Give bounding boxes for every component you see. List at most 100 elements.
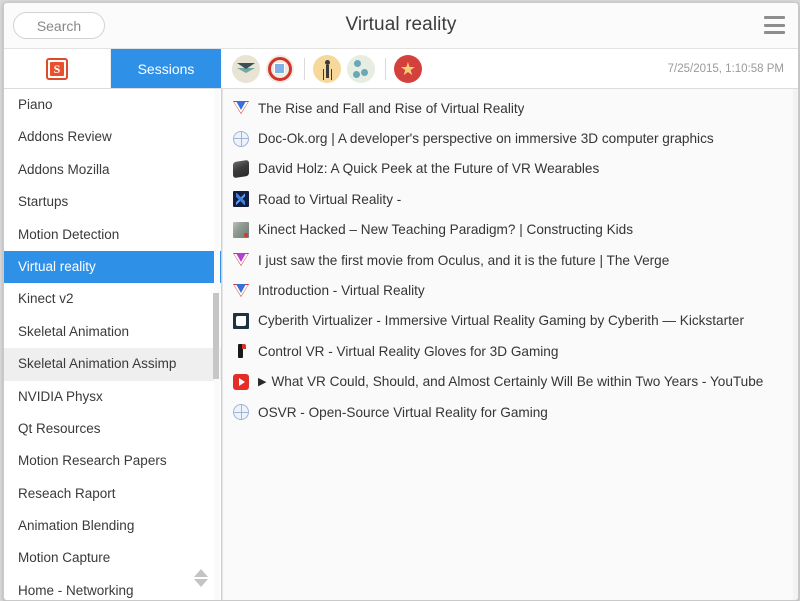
sidebar-item-label: Motion Capture	[18, 550, 110, 565]
sidebar-item-qt-resources[interactable]: Qt Resources	[4, 413, 221, 445]
sidebar-item-animation-blending[interactable]: Animation Blending	[4, 510, 221, 542]
link-row[interactable]: OSVR - Open-Source Virtual Reality for G…	[223, 397, 798, 427]
road-to-vr-icon	[233, 191, 249, 207]
content-split: Piano Addons Review Addons Mozilla Startups…	[4, 89, 798, 600]
link-row[interactable]: Doc-Ok.org | A developer's perspective o…	[223, 123, 798, 153]
link-title[interactable]: Control VR - Virtual Reality Gloves for …	[258, 344, 558, 359]
sidebar-list: Piano Addons Review Addons Mozilla Startups…	[4, 89, 221, 600]
sidebar-item-motion-detection[interactable]: Motion Detection	[4, 219, 221, 251]
link-title[interactable]: Kinect Hacked – New Teaching Paradigm? |…	[258, 222, 633, 237]
sidebar-item-label: Startups	[18, 194, 68, 209]
hamburger-bar-2	[764, 24, 785, 27]
hamburger-bar-3	[764, 31, 785, 34]
tab-sessions[interactable]: Sessions	[111, 49, 221, 88]
triangle-inner	[236, 284, 246, 293]
no-duplicate-icon[interactable]	[266, 55, 294, 83]
sidebar-item-nvidia-physx[interactable]: NVIDIA Physx	[4, 381, 221, 413]
link-title[interactable]: OSVR - Open-Source Virtual Reality for G…	[258, 405, 548, 420]
globe-icon	[233, 131, 249, 147]
sidebar-item-label: Virtual reality	[18, 259, 96, 274]
play-triangle-icon: ▶	[258, 375, 266, 388]
sidebar-item-kinect-v2[interactable]: Kinect v2	[4, 283, 221, 315]
sidebar-item-skeletal-animation[interactable]: Skeletal Animation	[4, 316, 221, 348]
sidebar-item-reseach-raport[interactable]: Reseach Raport	[4, 478, 221, 510]
hamburger-bar-1	[764, 16, 785, 19]
sidebar-item-label: Qt Resources	[18, 421, 101, 436]
control-vr-icon	[233, 343, 249, 359]
sidebar-scrollbar-track[interactable]	[214, 89, 220, 600]
triangle-inner	[236, 253, 246, 262]
title-bar: Search Virtual reality	[4, 3, 798, 49]
sidebar: Piano Addons Review Addons Mozilla Startups…	[4, 89, 222, 600]
sidebar-item-label: Piano	[18, 97, 53, 112]
recycle-icon[interactable]	[347, 55, 375, 83]
sidebar-item-label: Animation Blending	[18, 518, 134, 533]
link-title[interactable]: Doc-Ok.org | A developer's perspective o…	[258, 131, 714, 146]
link-title[interactable]: The Rise and Fall and Rise of Virtual Re…	[258, 101, 524, 116]
link-row[interactable]: I just saw the first movie from Oculus, …	[223, 245, 798, 275]
link-row[interactable]: The Rise and Fall and Rise of Virtual Re…	[223, 93, 798, 123]
sidebar-stepper[interactable]	[193, 569, 209, 595]
application-window: Search Virtual reality Sessions 7/25/201…	[3, 2, 799, 601]
link-row[interactable]: Cyberith Virtualizer - Immersive Virtual…	[223, 306, 798, 336]
link-list: The Rise and Fall and Rise of Virtual Re…	[223, 89, 798, 427]
toolbar-divider-1	[304, 58, 305, 80]
main-scrollbar-track[interactable]	[793, 89, 798, 600]
youtube-icon	[233, 374, 249, 390]
verge-icon	[233, 252, 249, 268]
toolbar: Sessions 7/25/2015, 1:10:58 PM	[4, 49, 798, 89]
sidebar-item-label: Reseach Raport	[18, 486, 116, 501]
cyberith-icon	[233, 313, 249, 329]
sidebar-item-motion-research-papers[interactable]: Motion Research Papers	[4, 445, 221, 477]
sidebar-scrollbar-thumb[interactable]	[213, 293, 219, 379]
tab-sessions-label: Sessions	[138, 61, 195, 77]
toolbar-divider-2	[385, 58, 386, 80]
globe-icon	[233, 404, 249, 420]
sidebar-item-startups[interactable]: Startups	[4, 186, 221, 218]
chevron-up-icon[interactable]	[194, 569, 208, 577]
sidebar-item-addons-mozilla[interactable]: Addons Mozilla	[4, 154, 221, 186]
link-title[interactable]: I just saw the first movie from Oculus, …	[258, 253, 669, 268]
vimeo-icon	[233, 283, 249, 299]
sidebar-item-label: Addons Mozilla	[18, 162, 110, 177]
sidebar-item-label: Skeletal Animation Assimp	[18, 356, 176, 371]
link-title[interactable]: What VR Could, Should, and Almost Certai…	[271, 374, 763, 389]
link-title[interactable]: Cyberith Virtualizer - Immersive Virtual…	[258, 313, 744, 328]
chevron-down-icon[interactable]	[194, 579, 208, 587]
link-title[interactable]: Road to Virtual Reality -	[258, 192, 401, 207]
layers-icon[interactable]	[232, 55, 260, 83]
link-row[interactable]: Road to Virtual Reality -	[223, 184, 798, 214]
triangle-inner	[236, 101, 246, 110]
sidebar-item-home-networking[interactable]: Home - Networking	[4, 575, 221, 600]
kinect-icon	[233, 222, 249, 238]
toolbar-icon-group	[221, 49, 668, 88]
link-row[interactable]: Introduction - Virtual Reality	[223, 275, 798, 305]
link-list-pane: The Rise and Fall and Rise of Virtual Re…	[222, 89, 798, 600]
sidebar-item-motion-capture[interactable]: Motion Capture	[4, 542, 221, 574]
sidebar-item-label: Addons Review	[18, 129, 112, 144]
sidebar-item-virtual-reality[interactable]: Virtual reality	[4, 251, 221, 283]
sidebar-item-skeletal-animation-assimp[interactable]: Skeletal Animation Assimp	[4, 348, 221, 380]
sidebar-item-label: NVIDIA Physx	[18, 389, 103, 404]
sidebar-item-label: Motion Research Papers	[18, 453, 167, 468]
link-row[interactable]: Kinect Hacked – New Teaching Paradigm? |…	[223, 215, 798, 245]
link-row[interactable]: ▶ What VR Could, Should, and Almost Certa…	[223, 367, 798, 397]
sidebar-item-piano[interactable]: Piano	[4, 89, 221, 121]
app-icon-cell[interactable]	[4, 49, 111, 88]
sidebar-item-label: Motion Detection	[18, 227, 119, 242]
leap-motion-icon	[233, 160, 249, 178]
person-walking-icon[interactable]	[313, 55, 341, 83]
link-row[interactable]: David Holz: A Quick Peek at the Future o…	[223, 154, 798, 184]
sidebar-item-addons-review[interactable]: Addons Review	[4, 121, 221, 153]
sidebar-item-label: Home - Networking	[18, 583, 134, 598]
link-title[interactable]: Introduction - Virtual Reality	[258, 283, 425, 298]
session-timestamp: 7/25/2015, 1:10:58 PM	[668, 63, 798, 75]
link-row[interactable]: Control VR - Virtual Reality Gloves for …	[223, 336, 798, 366]
vimeo-icon	[233, 100, 249, 116]
star-icon[interactable]	[394, 55, 422, 83]
page-title: Virtual reality	[4, 14, 798, 36]
link-title[interactable]: David Holz: A Quick Peek at the Future o…	[258, 161, 599, 176]
sessionbox-s-icon[interactable]	[46, 58, 68, 80]
sidebar-item-label: Skeletal Animation	[18, 324, 129, 339]
hamburger-icon[interactable]	[764, 16, 785, 34]
